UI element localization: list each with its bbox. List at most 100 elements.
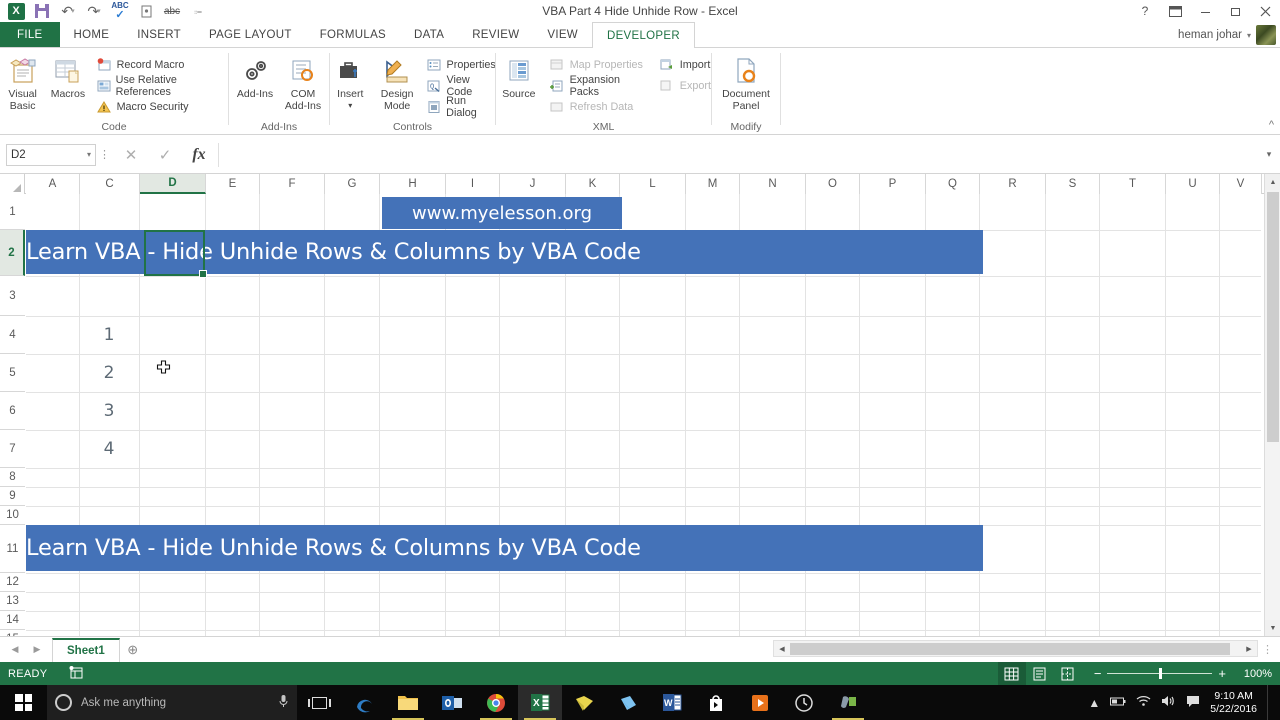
document-panel-button[interactable]: Document Panel (714, 52, 778, 112)
show-desktop-button[interactable] (1267, 685, 1272, 720)
account-caret-icon[interactable]: ▾ (1247, 31, 1251, 40)
clock[interactable]: 9:10 AM 5/22/2016 (1210, 690, 1257, 716)
zoom-track[interactable] (1107, 668, 1213, 679)
com-add-ins-button[interactable]: COM Add-Ins (279, 52, 327, 112)
tab-file[interactable]: FILE (0, 22, 60, 47)
column-header-L[interactable]: L (620, 174, 686, 194)
tab-view[interactable]: VIEW (533, 22, 592, 47)
list-item-2[interactable]: 2 (79, 354, 139, 392)
volume-icon[interactable] (1161, 695, 1176, 710)
column-header-E[interactable]: E (206, 174, 260, 194)
row-header-10[interactable]: 10 (0, 506, 25, 525)
spelling-icon[interactable]: ABC ✓ (108, 1, 132, 21)
title-banner-top[interactable]: Learn VBA - Hide Unhide Rows & Columns b… (26, 230, 983, 274)
macros-button[interactable]: Macros (45, 52, 90, 100)
properties-button[interactable]: Properties (425, 54, 499, 75)
vertical-scrollbar[interactable]: ▲ ▼ (1264, 174, 1280, 636)
scroll-up-icon[interactable]: ▲ (1265, 174, 1280, 190)
taskbar-app-file-explorer[interactable] (386, 685, 430, 720)
touch-mode-icon[interactable] (134, 1, 158, 21)
row-header-4[interactable]: 4 (0, 316, 25, 354)
use-relative-references-button[interactable]: Use Relative References (95, 74, 228, 98)
scroll-right-icon[interactable]: ▶ (1241, 641, 1257, 656)
name-box[interactable]: D2 ▾ (6, 143, 96, 166)
row-header-12[interactable]: 12 (0, 573, 25, 592)
tab-developer[interactable]: DEVELOPER (591, 22, 695, 48)
taskbar-app-store[interactable] (694, 685, 738, 720)
cancel-icon[interactable]: ✕ (114, 143, 148, 167)
taskbar-app-alarms[interactable] (782, 685, 826, 720)
list-item-4[interactable]: 4 (79, 430, 139, 468)
row-header-13[interactable]: 13 (0, 592, 25, 611)
avatar[interactable] (1256, 25, 1276, 45)
column-header-G[interactable]: G (325, 174, 380, 194)
tab-data[interactable]: DATA (400, 22, 458, 47)
insert-controls-button[interactable]: Insert ▾ (327, 52, 374, 112)
tab-home[interactable]: HOME (60, 22, 124, 47)
search-box[interactable]: Ask me anything (47, 685, 297, 720)
formula-bar-grip[interactable]: ⋮ (96, 148, 114, 161)
ribbon-display-options-icon[interactable] (1160, 0, 1190, 22)
column-header-I[interactable]: I (446, 174, 500, 194)
page-layout-view-icon[interactable] (1026, 662, 1054, 685)
expand-formula-bar-icon[interactable]: ▾ (1258, 149, 1280, 160)
column-header-C[interactable]: C (80, 174, 140, 194)
row-header-6[interactable]: 6 (0, 392, 25, 430)
battery-icon[interactable] (1110, 696, 1126, 710)
close-icon[interactable] (1250, 0, 1280, 22)
horizontal-scroll-thumb[interactable] (790, 643, 1230, 655)
restore-icon[interactable] (1220, 0, 1250, 22)
show-hidden-icons-icon[interactable]: ▲ (1088, 696, 1100, 710)
column-header-U[interactable]: U (1166, 174, 1220, 194)
action-center-icon[interactable] (1186, 695, 1200, 711)
wifi-icon[interactable] (1136, 695, 1151, 710)
vertical-scroll-thumb[interactable] (1267, 192, 1279, 442)
import-button[interactable]: Import (658, 54, 711, 75)
zoom-knob[interactable] (1159, 668, 1163, 679)
expansion-packs-button[interactable]: Expansion Packs (548, 74, 652, 98)
list-item-3[interactable]: 3 (79, 392, 139, 430)
tab-review[interactable]: REVIEW (458, 22, 533, 47)
add-sheet-icon[interactable]: ⊕ (120, 639, 146, 661)
taskbar-app-excel[interactable]: X (518, 685, 562, 720)
taskbar-app-outlook[interactable] (430, 685, 474, 720)
horizontal-scrollbar[interactable]: ◀ ▶ (773, 640, 1258, 657)
column-header-H[interactable]: H (380, 174, 446, 194)
taskbar-app-media-player[interactable] (738, 685, 782, 720)
column-header-V[interactable]: V (1220, 174, 1262, 194)
row-header-5[interactable]: 5 (0, 354, 25, 392)
column-header-Q[interactable]: Q (926, 174, 980, 194)
tab-formulas[interactable]: FORMULAS (306, 22, 400, 47)
taskbar-app-onedrive[interactable] (606, 685, 650, 720)
zoom-slider[interactable]: − + (1094, 666, 1226, 681)
column-header-J[interactable]: J (500, 174, 566, 194)
scroll-left-icon[interactable]: ◀ (774, 641, 790, 656)
tab-split-grip[interactable]: ⋮ (1262, 643, 1274, 656)
taskbar-app-chrome[interactable] (474, 685, 518, 720)
record-macro-status-icon[interactable] (69, 665, 83, 682)
row-header-1[interactable]: 1 (0, 194, 25, 230)
column-header-P[interactable]: P (860, 174, 926, 194)
column-header-S[interactable]: S (1046, 174, 1100, 194)
xml-source-button[interactable]: Source (496, 52, 542, 100)
column-header-N[interactable]: N (740, 174, 806, 194)
title-banner-bottom[interactable]: Learn VBA - Hide Unhide Rows & Columns b… (26, 525, 983, 571)
tab-page-layout[interactable]: PAGE LAYOUT (195, 22, 306, 47)
microphone-icon[interactable] (278, 694, 289, 711)
column-header-M[interactable]: M (686, 174, 740, 194)
enter-icon[interactable]: ✓ (148, 143, 182, 167)
select-all-button[interactable] (0, 174, 25, 194)
taskbar-app-edge[interactable] (342, 685, 386, 720)
next-sheet-icon[interactable]: ▶ (26, 639, 48, 661)
column-header-A[interactable]: A (26, 174, 80, 194)
row-header-7[interactable]: 7 (0, 430, 25, 468)
column-header-D[interactable]: D (140, 174, 206, 194)
formula-input[interactable] (218, 142, 1258, 167)
column-header-O[interactable]: O (806, 174, 860, 194)
abc-icon[interactable]: abc (160, 1, 184, 21)
design-mode-button[interactable]: Design Mode (374, 52, 421, 112)
scroll-down-icon[interactable]: ▼ (1265, 620, 1280, 636)
undo-icon[interactable]: ↶ ▾ (56, 1, 80, 21)
save-icon[interactable] (30, 1, 54, 21)
visual-basic-button[interactable]: Visual Basic (0, 52, 45, 112)
